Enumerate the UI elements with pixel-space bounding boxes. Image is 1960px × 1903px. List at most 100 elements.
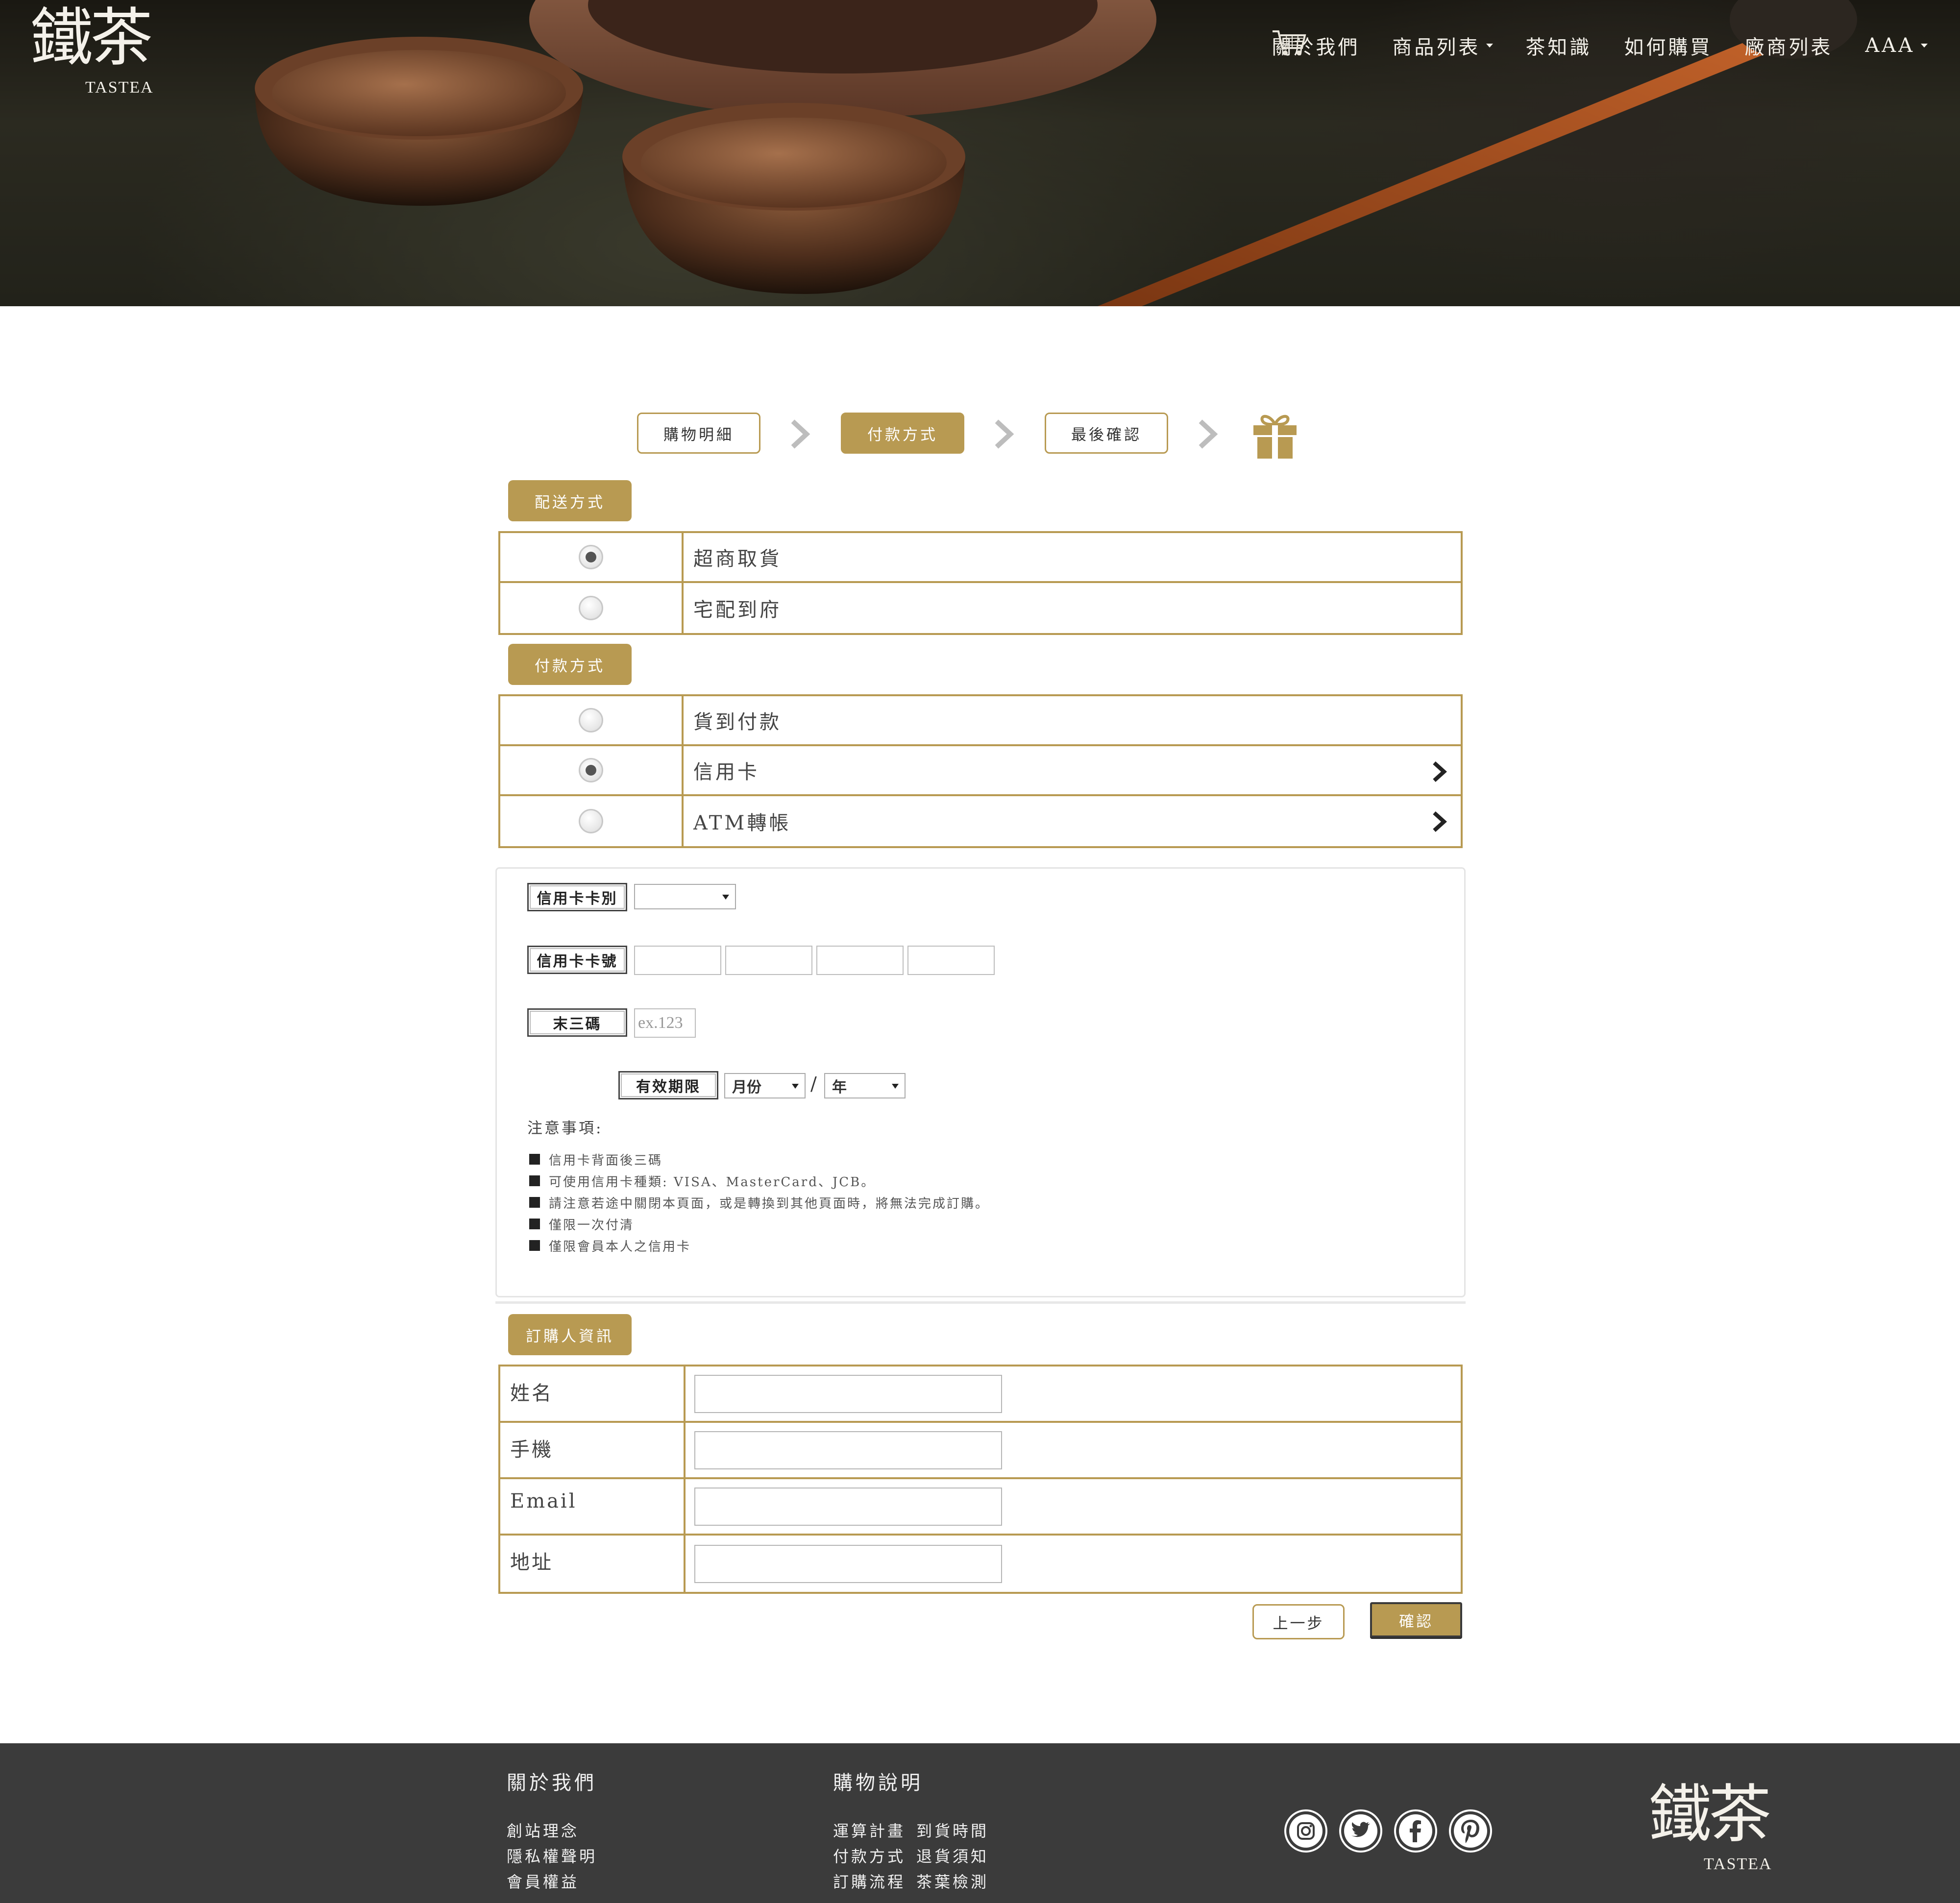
address-input[interactable]: [694, 1544, 1002, 1583]
footer-link-order-process[interactable]: 訂購流程: [833, 1870, 906, 1892]
option-label: 貨到付款: [693, 711, 782, 733]
cvv-input[interactable]: ex.123: [634, 1008, 696, 1038]
email-input[interactable]: [694, 1487, 1002, 1526]
radio-button-selected[interactable]: [579, 758, 603, 782]
footer-link-returns[interactable]: 退貨須知: [916, 1844, 989, 1867]
card-number-input-4[interactable]: [907, 946, 995, 975]
buyer-info-table: 姓名 手機 Email 地址: [498, 1365, 1463, 1594]
facebook-icon[interactable]: [1394, 1809, 1438, 1853]
radio-cell: [500, 796, 684, 846]
payment-option-cod[interactable]: 貨到付款: [500, 696, 1461, 746]
expiry-month-select[interactable]: 月份: [724, 1073, 806, 1098]
caret-down-icon: [1486, 44, 1494, 48]
step-cart-details[interactable]: 購物明細: [637, 413, 760, 454]
chevron-right-icon: [1199, 419, 1218, 449]
note-text: 可使用信用卡種類: VISA、MasterCard、JCB。: [549, 1174, 876, 1190]
nav-label: 廠商列表: [1744, 36, 1833, 59]
section-title-text: 訂購人資訊: [526, 1327, 614, 1345]
nav-user-menu[interactable]: AAA: [1865, 34, 1928, 57]
nav-tea-knowledge[interactable]: 茶知識: [1525, 31, 1592, 60]
option-label: 宅配到府: [693, 599, 782, 621]
radio-cell: [500, 696, 684, 744]
list-item: 僅限會員本人之信用卡: [529, 1235, 989, 1256]
footer-link-tea-testing[interactable]: 茶葉檢測: [916, 1870, 989, 1892]
card-type-select[interactable]: [634, 884, 736, 909]
radio-button[interactable]: [579, 596, 603, 620]
dropdown-arrow-icon: [722, 895, 729, 900]
bullet-square-icon: [529, 1154, 540, 1165]
note-text: 僅限會員本人之信用卡: [549, 1239, 691, 1254]
shopping-cart-icon[interactable]: [1272, 28, 1307, 58]
radio-cell: [500, 746, 684, 794]
label-text: 末三碼: [553, 1016, 602, 1033]
site-logo[interactable]: 鐵茶 TASTEA: [30, 7, 158, 100]
notes-title: 注意事項:: [527, 1120, 603, 1137]
footer-link-philosophy[interactable]: 創站理念: [507, 1819, 579, 1841]
twitter-icon[interactable]: [1339, 1809, 1383, 1853]
list-item: 信用卡背面後三碼: [529, 1148, 989, 1170]
footer-logo[interactable]: 鐵茶 TASTEA: [1649, 1783, 1776, 1877]
nav-products[interactable]: 商品列表: [1392, 31, 1494, 60]
note-text: 請注意若途中關閉本頁面，或是轉換到其他頁面時，將無法完成訂購。: [549, 1196, 990, 1211]
nav-label: 商品列表: [1392, 36, 1481, 59]
step-payment-method[interactable]: 付款方式: [841, 413, 964, 454]
buyer-name-row: 姓名: [500, 1366, 1461, 1423]
footer-link-member-rights[interactable]: 會員權益: [507, 1870, 579, 1892]
select-value: 年: [832, 1079, 847, 1096]
confirm-button[interactable]: 確認: [1370, 1602, 1462, 1637]
card-number-input-1[interactable]: [634, 946, 721, 975]
notes-list: 信用卡背面後三碼 可使用信用卡種類: VISA、MasterCard、JCB。 …: [529, 1148, 989, 1256]
shipping-option-home-delivery[interactable]: 宅配到府: [500, 583, 1461, 633]
buyer-phone-row: 手機: [500, 1423, 1461, 1479]
label-text: 信用卡卡號: [537, 953, 618, 970]
footer-link-payment[interactable]: 付款方式: [833, 1844, 906, 1867]
chevron-right-icon[interactable]: [1431, 811, 1448, 832]
card-number-input-3[interactable]: [816, 946, 904, 975]
radio-dot: [586, 765, 596, 776]
expiry-year-select[interactable]: 年: [824, 1073, 906, 1098]
footer-link-privacy[interactable]: 隱私權聲明: [507, 1844, 597, 1867]
expiry-label: 有效期限: [618, 1071, 718, 1099]
note-text: 信用卡背面後三碼: [549, 1153, 663, 1168]
nav-how-to-buy[interactable]: 如何購買: [1624, 31, 1712, 60]
option-label: ATM轉帳: [693, 812, 791, 834]
radio-button-selected[interactable]: [579, 545, 603, 569]
back-button[interactable]: 上一步: [1252, 1604, 1345, 1639]
card-type-label: 信用卡卡別: [527, 883, 627, 911]
field-value-cell: [686, 1479, 1461, 1534]
shipping-option-convenience-store[interactable]: 超商取貨: [500, 533, 1461, 583]
chevron-right-icon[interactable]: [1431, 761, 1448, 782]
payment-options: 貨到付款 信用卡 ATM轉帳: [498, 694, 1463, 848]
radio-cell: [500, 533, 684, 581]
instagram-icon[interactable]: [1284, 1809, 1328, 1853]
button-label: 確認: [1399, 1612, 1433, 1631]
dropdown-arrow-icon: [792, 1084, 799, 1089]
gift-icon: [1253, 415, 1297, 459]
hero-banner: 鐵茶 TASTEA 關於我們 商品列表 茶知識 如何購買 廠商列表 AAA: [0, 0, 1960, 306]
nav-vendors[interactable]: 廠商列表: [1744, 31, 1833, 60]
payment-option-credit-card[interactable]: 信用卡: [500, 746, 1461, 796]
section-title-text: 配送方式: [535, 493, 605, 512]
step-label: 最後確認: [1071, 426, 1142, 444]
step-final-confirm[interactable]: 最後確認: [1045, 413, 1168, 454]
bullet-square-icon: [529, 1197, 540, 1208]
name-input[interactable]: [694, 1374, 1002, 1413]
payment-option-atm[interactable]: ATM轉帳: [500, 796, 1461, 846]
radio-button[interactable]: [579, 708, 603, 732]
buyer-address-row: 地址: [500, 1536, 1461, 1592]
pinterest-icon[interactable]: [1448, 1809, 1493, 1853]
logo-latin: TASTEA: [1704, 1855, 1772, 1873]
bullet-square-icon: [529, 1219, 540, 1229]
nav-label: 如何購買: [1624, 36, 1713, 59]
buyer-email-row: Email: [500, 1479, 1461, 1536]
bullet-square-icon: [529, 1240, 540, 1251]
radio-button[interactable]: [579, 809, 603, 833]
phone-input[interactable]: [694, 1431, 1002, 1469]
nav-label: 茶知識: [1525, 36, 1592, 59]
list-item: 僅限一次付清: [529, 1213, 989, 1235]
section-title-text: 付款方式: [535, 657, 605, 675]
field-label: 地址: [500, 1536, 686, 1592]
footer-link-delivery-time[interactable]: 到貨時間: [916, 1819, 989, 1841]
footer-link-plan[interactable]: 運算計畫: [833, 1819, 906, 1841]
card-number-input-2[interactable]: [725, 946, 812, 975]
